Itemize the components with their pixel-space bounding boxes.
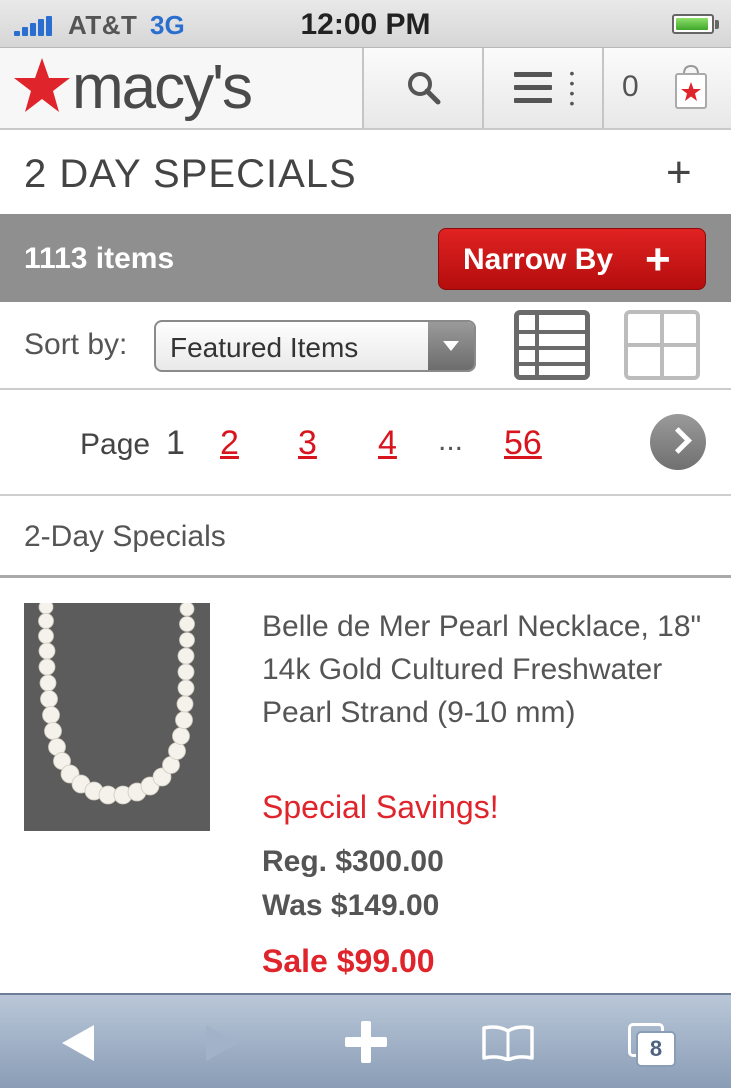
menu-button[interactable]: • • • • [482,48,602,128]
shopping-bag-icon [675,64,707,109]
last-page-link[interactable]: 56 [504,424,542,463]
search-icon [408,72,441,105]
promo-label: Special Savings! [262,789,499,825]
battery-icon [672,14,719,34]
site-header: macy's • • • • 0 [0,48,731,130]
current-page: 1 [166,424,185,462]
sale-price: Sale $99.00 [262,943,435,979]
add-bookmark-icon-bar [345,1037,387,1047]
pagination-ellipsis: ... [438,424,464,457]
page-title: 2 DAY SPECIALS [24,152,357,196]
chevron-down-icon [428,322,474,370]
bookmarks-book-icon [482,1025,534,1061]
item-count: 1113 items [24,242,175,275]
page-link[interactable]: 2 [220,424,239,463]
add-bookmark-button[interactable] [322,995,412,1088]
tabs-count: 8 [649,1036,663,1061]
macys-star-logo[interactable] [12,56,72,116]
forward-arrow-icon [206,1025,238,1061]
section-header: 2-Day Specials [0,498,731,578]
results-bar: 1113 items Narrow By + [0,214,731,302]
sort-row: Sort by: Featured Items [0,302,731,390]
expand-plus-icon[interactable]: + [666,148,692,198]
page-link[interactable]: 4 [378,424,397,463]
was-price: Was $149.00 [262,889,440,922]
pagination: Page 1 2 3 4 ... 56 [0,392,731,496]
status-time: 12:00 PM [300,8,431,41]
sort-select[interactable]: Featured Items [154,320,476,372]
list-view-icon[interactable] [514,310,590,380]
category-title-row[interactable]: 2 DAY SPECIALS + [0,130,731,214]
browser-toolbar: 8 [0,993,731,1088]
next-arrow-icon[interactable] [650,414,706,470]
sort-selected-value: Featured Items [170,332,359,363]
page-link[interactable]: 3 [298,424,317,463]
tabs-count-badge: 8 [636,1031,676,1067]
back-button[interactable] [40,995,130,1088]
pagination-label: Page [80,428,151,461]
tabs-button[interactable]: 8 [602,995,692,1088]
product-name[interactable]: Belle de Mer Pearl Necklace, 18" 14k Gol… [262,605,702,734]
status-bar: AT&T 3G 12:00 PM [0,0,731,48]
pearl-necklace-image[interactable] [24,603,210,831]
macys-logo-text[interactable]: macy's [72,52,253,123]
search-button[interactable] [362,48,482,128]
narrow-by-label: Narrow By [463,243,614,276]
forward-button[interactable] [180,995,270,1088]
menu-icon [514,72,552,104]
shopping-bag-button[interactable]: 0 [602,48,731,128]
grid-view-icon[interactable] [624,310,700,380]
section-title: 2-Day Specials [24,520,226,553]
plus-icon: + [645,235,671,284]
bag-count: 0 [622,70,639,103]
back-arrow-icon [62,1025,94,1061]
bookmarks-button[interactable] [462,995,552,1088]
narrow-by-button[interactable]: Narrow By + [438,228,706,290]
regular-price: Reg. $300.00 [262,845,444,878]
menu-dots-icon: • • • • [569,65,575,111]
sort-label: Sort by: [24,328,128,361]
product-list-item[interactable]: Belle de Mer Pearl Necklace, 18" 14k Gol… [0,581,731,993]
